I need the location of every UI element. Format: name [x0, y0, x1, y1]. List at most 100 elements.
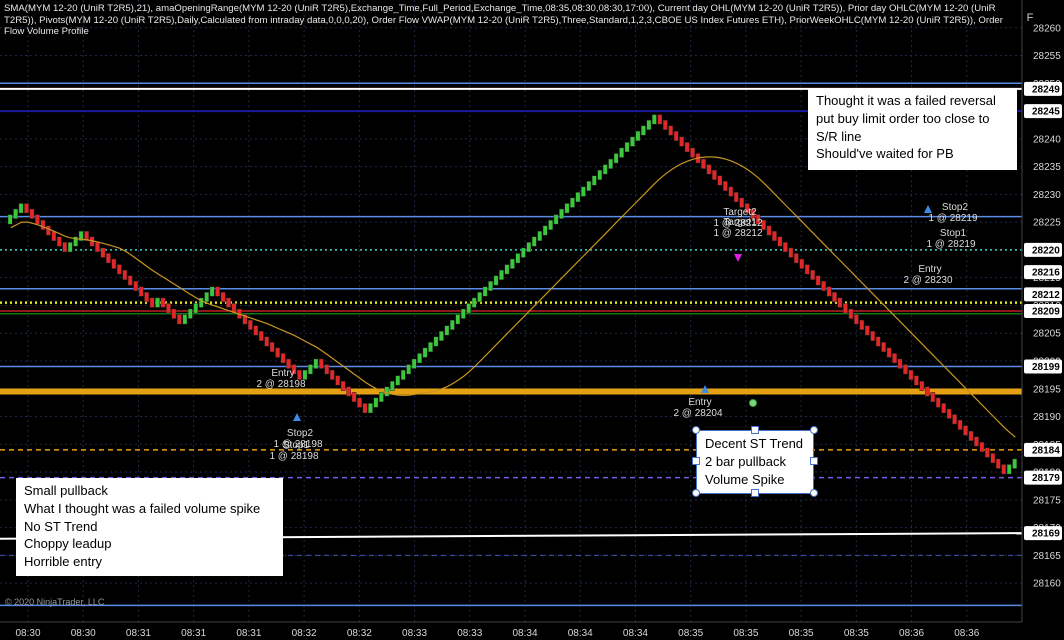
time-tick-label: 08:34	[512, 628, 537, 639]
renko-bar	[717, 175, 723, 186]
renko-bar	[531, 236, 537, 247]
renko-bar	[985, 447, 990, 458]
renko-bar	[712, 169, 717, 180]
renko-bar	[400, 369, 406, 380]
renko-bar	[504, 264, 510, 275]
renko-bar	[95, 242, 100, 253]
renko-bar	[269, 342, 275, 353]
time-tick-label: 08:30	[15, 628, 40, 639]
renko-bar	[957, 419, 963, 430]
resize-handle[interactable]	[751, 426, 759, 434]
renko-bar	[67, 242, 73, 253]
renko-bar	[368, 403, 373, 414]
renko-bar	[766, 225, 772, 236]
trade-marker-label: Entry	[271, 368, 294, 379]
note-middle[interactable]: Decent ST Trend 2 bar pullback Volume Sp…	[696, 430, 814, 494]
renko-bar	[417, 353, 422, 364]
trade-marker-price: 1 @ 28198	[269, 451, 319, 462]
renko-bar	[177, 314, 182, 325]
renko-bar	[166, 303, 171, 314]
renko-bar	[657, 114, 663, 125]
renko-bar	[875, 336, 881, 347]
note-top-right[interactable]: Thought it was a failed reversal put buy…	[808, 88, 1017, 170]
renko-bar	[24, 203, 29, 214]
trade-marker-label: Stop2	[287, 428, 314, 439]
renko-bar	[444, 325, 450, 336]
price-tick-label: 28175	[1033, 495, 1061, 506]
renko-bar	[701, 158, 706, 169]
renko-bar	[668, 125, 674, 136]
renko-bar	[624, 142, 630, 153]
trade-marker-price: 2 @ 28198	[256, 379, 306, 390]
resize-handle[interactable]	[810, 426, 818, 434]
renko-bar	[864, 325, 870, 336]
trade-markers: Target21 @ 28212Target11 @ 28212Stop21 @…	[256, 202, 978, 462]
resize-handle[interactable]	[692, 457, 700, 465]
renko-bar	[51, 231, 57, 242]
renko-bar	[886, 347, 892, 358]
renko-bar	[460, 308, 466, 319]
resize-handle[interactable]	[810, 489, 818, 497]
trade-marker-label: Stop2	[942, 202, 969, 213]
renko-bar	[799, 258, 805, 269]
rotate-handle[interactable]	[749, 399, 757, 407]
renko-bar	[526, 242, 532, 253]
renko-bar	[7, 214, 13, 225]
renko-bar	[226, 297, 231, 308]
renko-bar	[673, 131, 679, 142]
price-marker-label: 28245	[1032, 107, 1060, 118]
renko-bar	[433, 336, 439, 347]
price-tick-label: 28240	[1033, 134, 1061, 145]
renko-bar	[1012, 458, 1017, 469]
renko-bar	[258, 331, 264, 341]
renko-bar	[542, 225, 548, 236]
renko-bar	[100, 247, 106, 258]
price-marker-label: 28212	[1032, 290, 1060, 301]
renko-bar	[914, 375, 919, 386]
renko-bar	[127, 275, 133, 286]
renko-bar	[46, 225, 51, 236]
renko-bar	[662, 119, 668, 130]
renko-bar	[488, 281, 493, 291]
renko-bar	[854, 314, 859, 325]
renko-bar	[466, 303, 472, 314]
renko-bar	[482, 286, 488, 297]
resize-handle[interactable]	[751, 489, 759, 497]
renko-bar	[18, 203, 24, 214]
time-tick-label: 08:35	[678, 628, 703, 639]
note-line: Choppy leadup	[24, 536, 112, 552]
note-line: Horrible entry	[24, 554, 103, 570]
resize-handle[interactable]	[810, 457, 818, 465]
renko-bar	[313, 358, 319, 369]
renko-bar	[111, 258, 117, 269]
resize-handle[interactable]	[692, 489, 700, 497]
price-marker-label: 28216	[1032, 268, 1060, 279]
price-marker-label: 28169	[1032, 529, 1060, 540]
renko-bar	[548, 219, 553, 230]
renko-bar	[815, 275, 821, 286]
renko-bar	[575, 192, 581, 203]
renko-bar	[608, 158, 613, 169]
price-marker-label: 28199	[1032, 362, 1060, 373]
note-bottom-left[interactable]: Small pullback What I thought was a fail…	[16, 478, 283, 576]
renko-bar	[979, 442, 985, 453]
renko-bar	[308, 364, 313, 375]
renko-bar	[870, 331, 876, 341]
renko-bar	[428, 342, 433, 353]
renko-bar	[908, 369, 914, 380]
renko-bar	[510, 258, 515, 269]
renko-bar	[379, 392, 384, 403]
time-tick-label: 08:33	[402, 628, 427, 639]
resize-handle[interactable]	[692, 426, 700, 434]
renko-bar	[253, 325, 259, 336]
renko-bar	[280, 353, 286, 364]
renko-bar	[215, 286, 220, 297]
renko-bar	[641, 125, 646, 136]
renko-bar	[187, 308, 193, 319]
chart-menu-button[interactable]: F	[1022, 10, 1038, 26]
note-line: Small pullback	[24, 483, 108, 498]
time-tick-label: 08:31	[181, 628, 206, 639]
sma-line	[10, 156, 1016, 438]
renko-bar	[149, 297, 155, 308]
renko-bar	[941, 403, 947, 414]
